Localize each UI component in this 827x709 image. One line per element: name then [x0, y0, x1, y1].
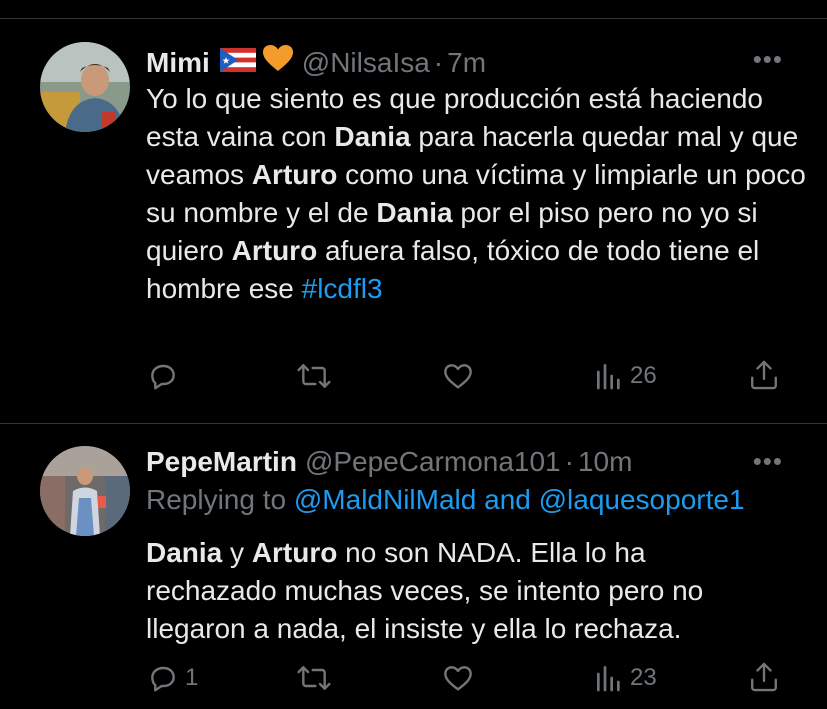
reply-button[interactable]: 1	[147, 662, 198, 694]
share-button[interactable]	[748, 358, 780, 392]
puerto-rico-flag-icon	[219, 47, 256, 79]
like-icon	[444, 364, 472, 389]
retweet-button[interactable]	[296, 360, 332, 392]
more-icon[interactable]: •••	[753, 446, 783, 477]
text-segment-bold: Arturo	[251, 159, 338, 190]
like-icon	[444, 666, 472, 691]
avatar[interactable]	[40, 446, 130, 536]
tweet-header: Mimi @NilsaIsa · 7m	[146, 44, 486, 79]
like-button[interactable]	[442, 662, 474, 694]
replying-to: Replying to @MaldNilMald and @laquesopor…	[146, 484, 745, 516]
text-segment: y	[222, 537, 252, 568]
reply-icon	[151, 666, 175, 692]
avatar[interactable]	[40, 42, 130, 132]
timestamp[interactable]: 7m	[447, 47, 486, 79]
separator-dot: ·	[433, 47, 444, 78]
views-button[interactable]: 26	[594, 360, 657, 392]
action-bar: 26	[0, 358, 827, 398]
share-icon	[751, 662, 777, 692]
tweet-2[interactable]: PepeMartin @PepeCarmona101 · 10m ••• Rep…	[0, 424, 827, 709]
more-icon[interactable]: •••	[753, 44, 783, 75]
separator-dot: ·	[564, 446, 574, 477]
text-segment-bold: Dania	[376, 197, 453, 228]
reply-count: 1	[185, 664, 199, 691]
replying-and: and	[476, 484, 539, 515]
views-button[interactable]: 23	[594, 662, 657, 694]
reply-icon	[151, 364, 175, 390]
retweet-icon	[297, 666, 331, 690]
retweet-icon	[297, 364, 331, 388]
display-name[interactable]: Mimi	[146, 47, 210, 79]
mention-link[interactable]: @MaldNilMald	[294, 484, 476, 515]
tweet-header: PepeMartin @PepeCarmona101 · 10m	[146, 446, 632, 478]
text-segment-bold: Arturo	[251, 537, 338, 568]
display-name[interactable]: PepeMartin	[146, 446, 297, 478]
text-segment-bold: Dania	[146, 537, 223, 568]
views-icon	[597, 364, 620, 390]
tweet-1[interactable]: Mimi @NilsaIsa · 7m ••• Yo lo que siento…	[0, 0, 827, 423]
tweet-text: Dania y Arturo no son NADA. Ella lo ha r…	[146, 534, 766, 648]
hashtag-link[interactable]: #lcdfl3	[302, 273, 383, 304]
text-segment-bold: Dania	[334, 121, 411, 152]
tweet-text: Yo lo que siento es que producción está …	[146, 80, 806, 308]
views-count: 26	[630, 362, 657, 389]
handle[interactable]: @NilsaIsa	[302, 47, 430, 79]
like-button[interactable]	[442, 360, 474, 392]
views-count: 23	[630, 664, 657, 691]
replying-prefix: Replying to	[146, 484, 294, 515]
handle[interactable]: @PepeCarmona101	[305, 446, 561, 478]
retweet-button[interactable]	[296, 662, 332, 694]
mention-link[interactable]: @laquesoporte1	[539, 484, 745, 515]
timestamp[interactable]: 10m	[578, 446, 632, 478]
orange-heart-icon	[262, 44, 294, 79]
reply-button[interactable]	[147, 360, 185, 392]
action-bar: 1 23	[0, 660, 827, 700]
share-icon	[751, 360, 777, 390]
views-icon	[597, 666, 620, 692]
text-segment-bold: Arturo	[231, 235, 318, 266]
share-button[interactable]	[748, 660, 780, 694]
